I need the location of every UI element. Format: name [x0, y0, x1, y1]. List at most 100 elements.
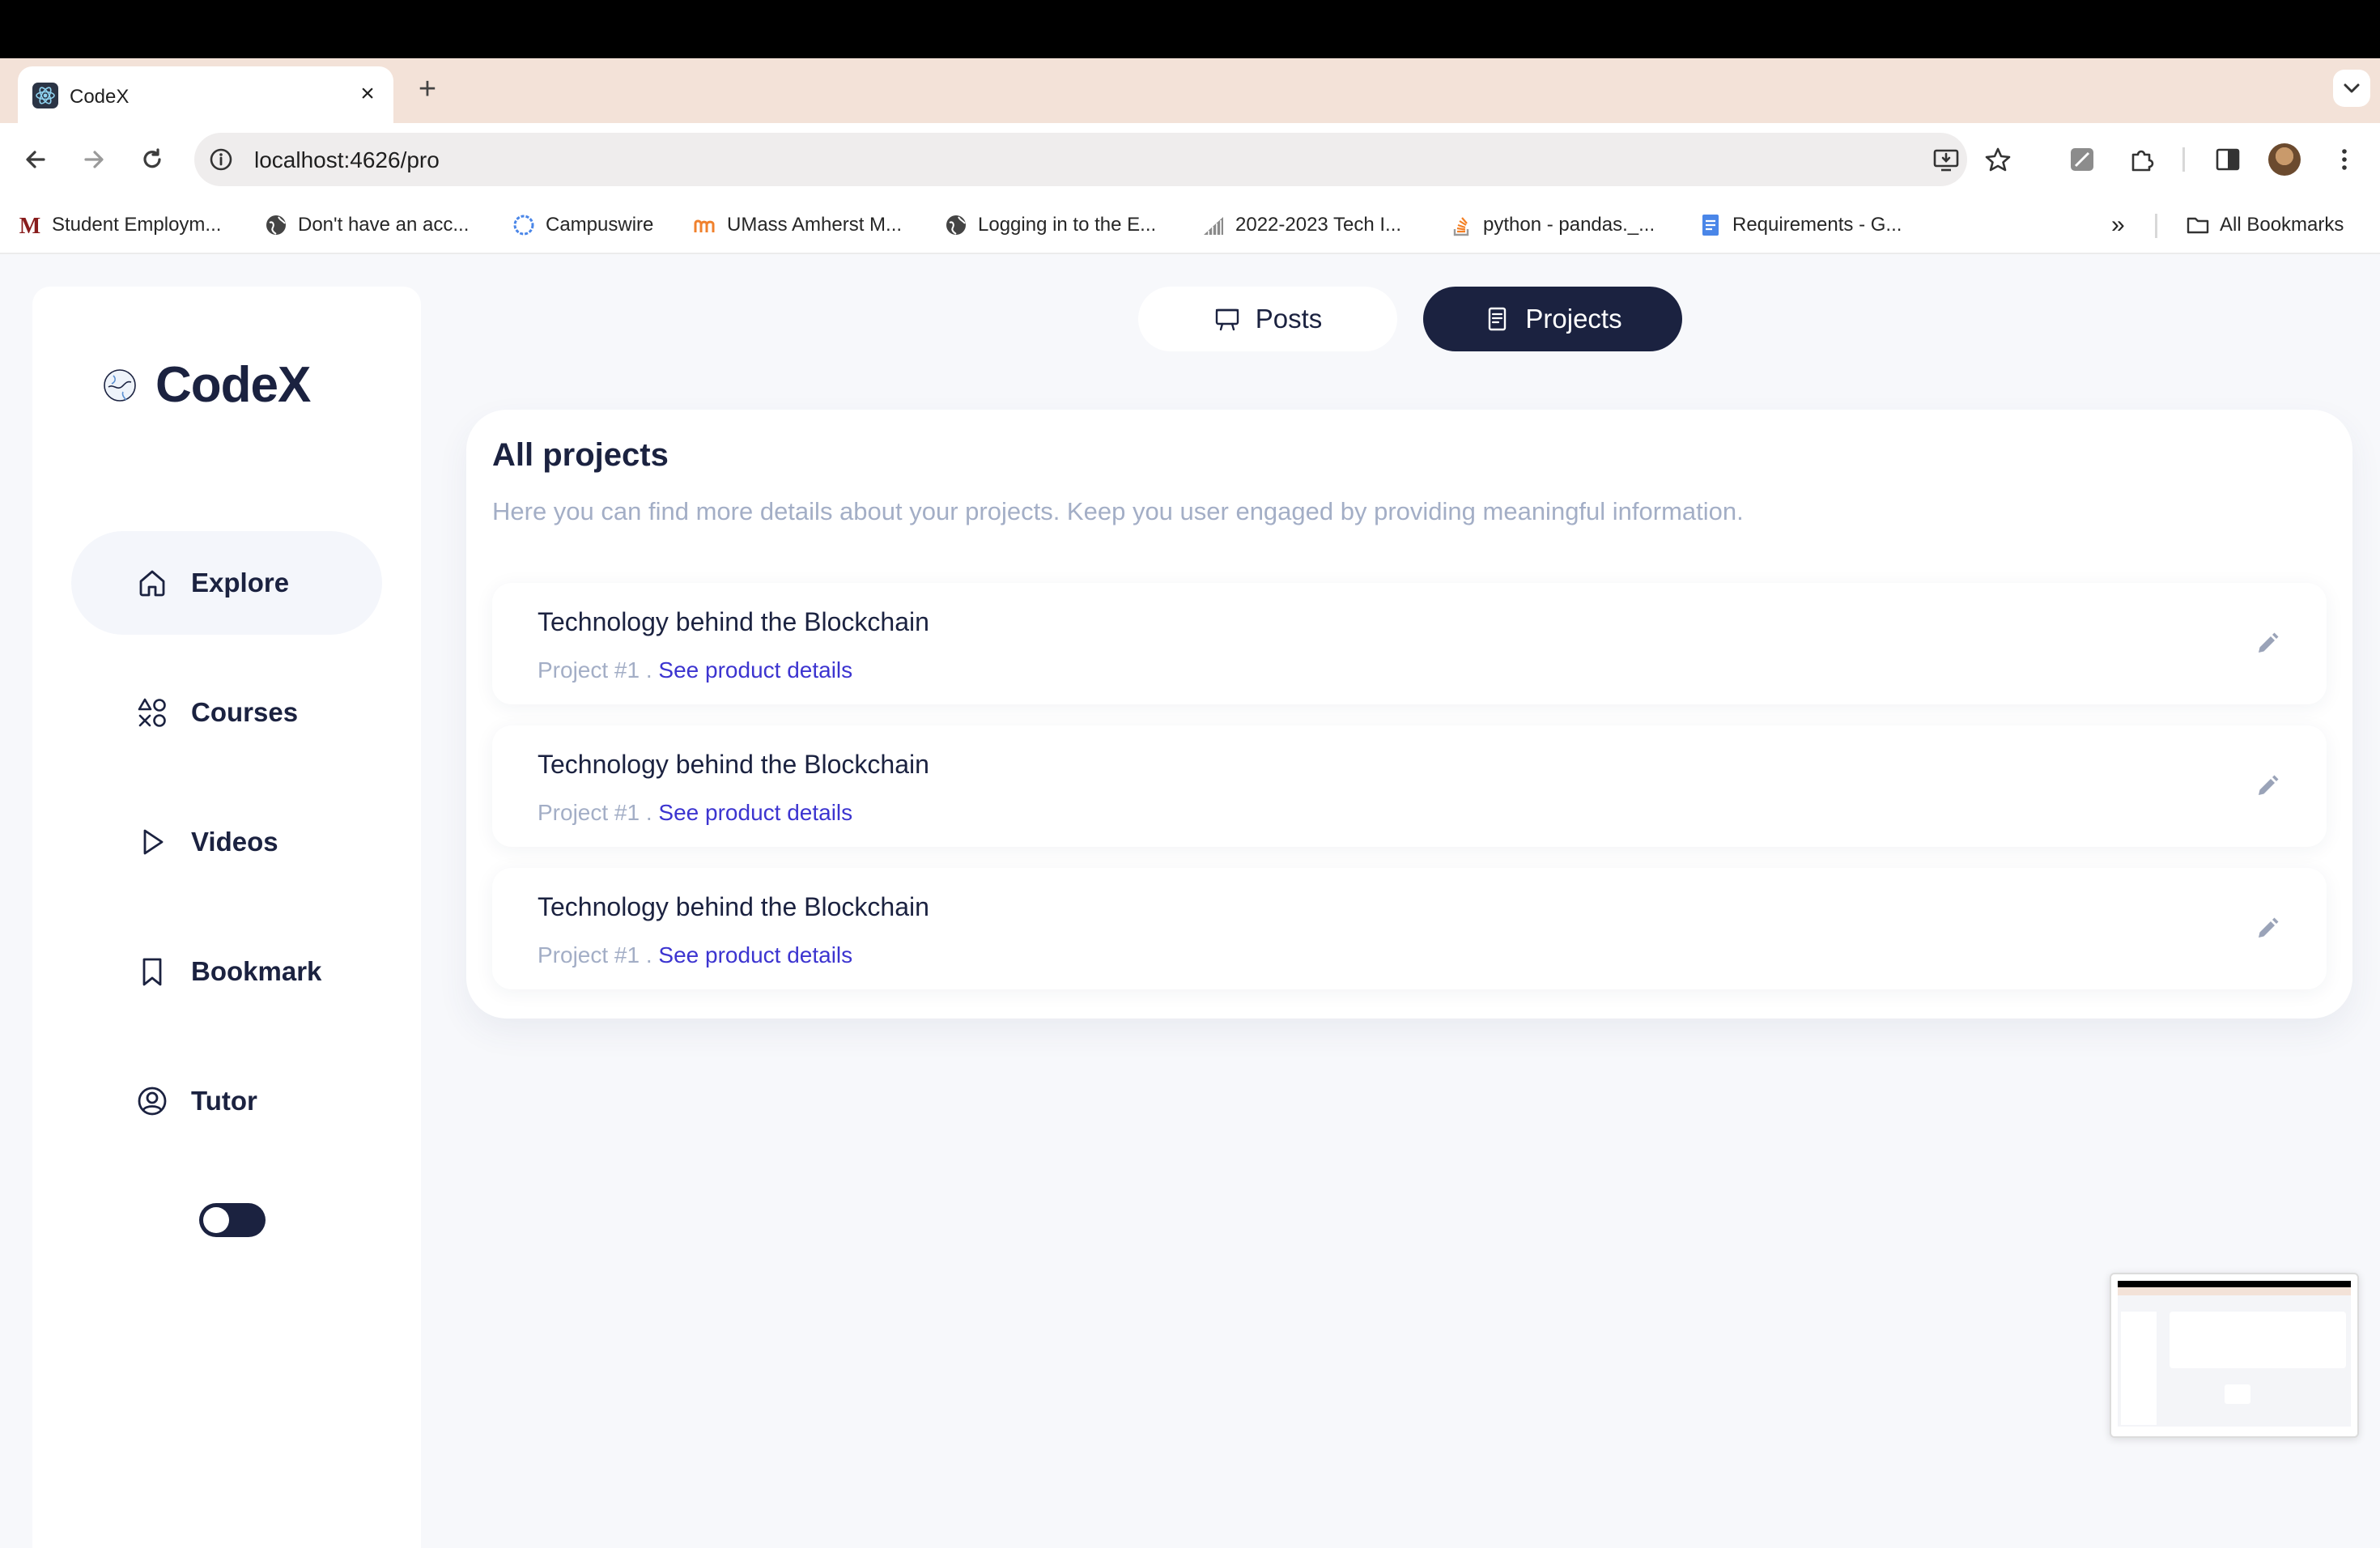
codex-logo-icon — [104, 368, 136, 402]
bookmark-label: python - pandas._... — [1483, 214, 1655, 236]
page-title: All projects — [492, 437, 669, 473]
home-icon — [139, 570, 165, 597]
all-bookmarks-button[interactable]: All Bookmarks — [2186, 211, 2344, 240]
sidebar-item-tutor[interactable]: Tutor — [71, 1049, 382, 1153]
google-docs-icon — [1702, 215, 1719, 236]
bookmark-icon — [142, 958, 162, 986]
bookmark-item[interactable]: M Student Employm... — [18, 211, 221, 240]
folder-icon — [2187, 217, 2209, 234]
project-row: Technology behind the Blockchain Project… — [492, 725, 2327, 847]
project-meta: Project #1 . See product details — [538, 800, 852, 826]
url-text[interactable]: localhost:4626/pro — [254, 147, 440, 173]
sidebar-item-courses[interactable]: Courses — [71, 661, 382, 764]
bookmarks-overflow-button[interactable]: » — [2111, 211, 2125, 240]
all-bookmarks-label: All Bookmarks — [2220, 214, 2344, 236]
thumbnail-sidebar — [2121, 1312, 2157, 1425]
see-details-link[interactable]: See product details — [658, 942, 852, 968]
profile-avatar[interactable] — [2268, 143, 2301, 176]
bookmarks-divider — [2155, 214, 2157, 238]
browser-tab[interactable]: CodeX × — [18, 66, 393, 123]
arrow-left-icon — [26, 151, 45, 168]
projects-card: All projects Here you can find more deta… — [466, 410, 2352, 1019]
see-details-link[interactable]: See product details — [658, 657, 852, 683]
project-row: Technology behind the Blockchain Project… — [492, 868, 2327, 989]
bookmark-label: Logging in to the E... — [978, 214, 1157, 236]
address-bar[interactable]: localhost:4626/pro — [194, 133, 2011, 186]
brand-name: CodeX — [155, 357, 311, 413]
brand[interactable]: CodeX — [102, 356, 311, 414]
tab-title: CodeX — [70, 86, 130, 108]
tab-projects-label: Projects — [1525, 304, 1622, 334]
umass-m-icon: M — [19, 214, 41, 237]
sidebar-item-label: Videos — [191, 827, 278, 857]
sidebar-item-label: Tutor — [191, 1086, 257, 1116]
document-icon — [1489, 307, 1507, 331]
bookmark-item[interactable]: Don't have an acc... — [264, 211, 469, 240]
tab-posts-label: Posts — [1255, 304, 1323, 334]
edit-pencil-icon[interactable] — [2254, 915, 2281, 942]
project-number: Project #1 — [538, 657, 640, 683]
globe-icon — [946, 215, 966, 235]
bookmark-item[interactable]: Requirements - G... — [1698, 211, 1902, 240]
project-title: Technology behind the Blockchain — [538, 607, 929, 636]
sidebar-item-label: Courses — [191, 697, 299, 727]
moodle-icon — [694, 219, 715, 232]
edit-pencil-icon[interactable] — [2254, 772, 2281, 800]
bookmark-item[interactable]: Logging in to the E... — [944, 211, 1156, 240]
shapes-icon — [138, 698, 166, 727]
chart-bars-icon — [1204, 217, 1223, 235]
bookmark-item[interactable]: 2022-2023 Tech I... — [1201, 211, 1401, 240]
sidebar-item-explore[interactable]: Explore — [71, 531, 382, 635]
globe-icon — [266, 215, 286, 235]
extensions-puzzle-icon[interactable] — [2126, 143, 2158, 176]
reload-button[interactable] — [136, 143, 168, 176]
browser-tab-strip: CodeX × + — [0, 58, 2380, 123]
extension-pen-icon[interactable] — [2066, 143, 2098, 176]
bookmark-label: Don't have an acc... — [298, 214, 470, 236]
thumbnail-card — [2170, 1312, 2346, 1368]
thumbnail-mute-icon — [2225, 1384, 2250, 1404]
bookmark-item[interactable]: python - pandas._... — [1449, 211, 1655, 240]
arrow-right-icon — [84, 151, 104, 168]
project-separator: . — [640, 800, 659, 825]
site-info-icon[interactable] — [207, 146, 235, 173]
forward-button[interactable] — [78, 143, 110, 176]
project-row: Technology behind the Blockchain Project… — [492, 583, 2327, 704]
theme-toggle[interactable] — [199, 1203, 266, 1237]
project-meta: Project #1 . See product details — [538, 657, 852, 683]
new-tab-button[interactable]: + — [411, 73, 444, 105]
macos-top-bar — [0, 0, 2380, 58]
presentation-icon — [1215, 308, 1239, 331]
bookmark-label: Requirements - G... — [1732, 214, 1902, 236]
sidebar-item-videos[interactable]: Videos — [71, 790, 382, 894]
sidebar-item-label: Bookmark — [191, 956, 322, 986]
bookmarks-bar: M Student Employm... Don't have an acc..… — [0, 196, 2380, 254]
bookmark-label: Campuswire — [546, 214, 654, 236]
play-icon — [143, 829, 164, 855]
see-details-link[interactable]: See product details — [658, 800, 852, 825]
tab-close-icon[interactable]: × — [355, 81, 380, 107]
page-subtitle: Here you can find more details about you… — [492, 497, 1744, 525]
browser-menu-icon[interactable] — [2328, 143, 2361, 176]
bookmark-item[interactable]: Campuswire — [512, 211, 653, 240]
edit-pencil-icon[interactable] — [2254, 630, 2281, 657]
sidebar-item-bookmark[interactable]: Bookmark — [71, 920, 382, 1023]
bookmark-label: 2022-2023 Tech I... — [1235, 214, 1402, 236]
user-circle-icon — [138, 1087, 167, 1116]
tab-projects[interactable]: Projects — [1423, 287, 1682, 351]
thumbnail-tabstrip — [2118, 1287, 2351, 1295]
tab-posts[interactable]: Posts — [1138, 287, 1397, 351]
bookmark-item[interactable]: UMass Amherst M... — [693, 211, 902, 240]
sidebar-item-label: Explore — [191, 568, 290, 598]
bookmark-star-icon[interactable] — [1983, 146, 2012, 175]
project-number: Project #1 — [538, 942, 640, 968]
back-button[interactable] — [19, 143, 52, 176]
project-separator: . — [640, 657, 659, 683]
screenshot-thumbnail[interactable] — [2110, 1273, 2359, 1438]
side-panel-icon[interactable] — [2212, 143, 2244, 176]
campuswire-icon — [513, 215, 534, 236]
install-app-icon[interactable] — [1932, 146, 1961, 175]
tab-search-button[interactable] — [2333, 70, 2370, 107]
project-number: Project #1 — [538, 800, 640, 825]
bookmark-label: UMass Amherst M... — [727, 214, 903, 236]
